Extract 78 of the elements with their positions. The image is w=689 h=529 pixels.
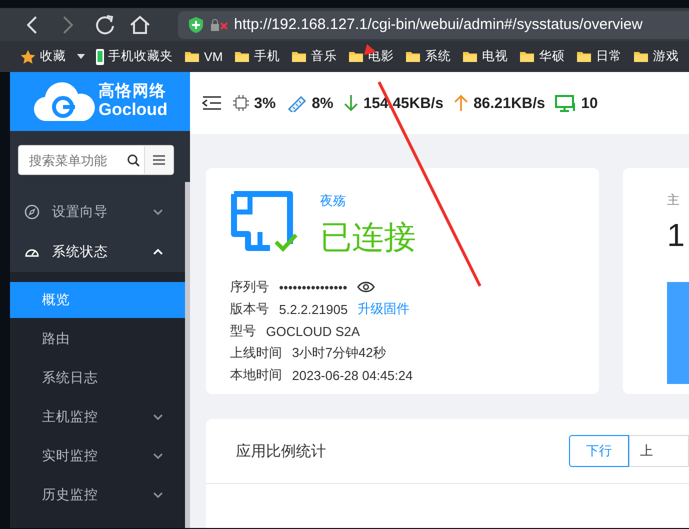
menu-toggle-button[interactable] (144, 146, 173, 174)
compass-icon (24, 204, 40, 220)
info-value: GOCLOUD S2A (266, 324, 360, 339)
cloud-logo-icon (32, 80, 95, 123)
bookmark[interactable]: VM (184, 48, 223, 64)
monitor-icon (555, 94, 578, 112)
card-title: 应用比例统计 (236, 442, 327, 461)
caret-icon[interactable] (77, 54, 85, 60)
host-card-value: 1 (667, 217, 686, 254)
stat-value: 10 (581, 94, 598, 112)
menu-icon (152, 154, 166, 166)
search-input[interactable]: 搜索菜单功能 (19, 152, 127, 168)
bookmark[interactable]: 收藏 (20, 48, 66, 65)
submenu-item[interactable]: 主机监控 (10, 399, 185, 435)
connection-status: 已连接 (320, 218, 416, 257)
submenu-item[interactable]: 系统日志 (10, 360, 185, 396)
bookmark[interactable]: 音乐 (290, 48, 337, 65)
bookmark[interactable]: 华硕 (518, 48, 565, 65)
bookmark[interactable]: 日常 (576, 48, 622, 65)
search-bar[interactable]: 搜索菜单功能 (18, 145, 174, 175)
menu-item[interactable]: 设置向导 (10, 192, 185, 232)
memory-stick-icon (286, 94, 308, 112)
info-label: 版本号 (230, 300, 269, 318)
logo-brand: Gocloud (98, 101, 168, 119)
bookmark[interactable]: 电视 (462, 48, 508, 65)
chip-icon (232, 94, 250, 112)
device-name: 夜殇 (320, 192, 347, 210)
star-icon (20, 48, 36, 64)
bookmark[interactable]: 手机 (234, 48, 280, 65)
logo-name: 高恪网络 (98, 84, 168, 102)
arrow-down-icon (343, 94, 360, 112)
submenu-item[interactable]: 历史监控 (10, 477, 185, 513)
bookmark[interactable]: 系统 (404, 48, 451, 65)
chevron-down-icon (153, 492, 163, 498)
home-icon (130, 15, 150, 34)
info-value: 2023-06-28 04:45:24 (292, 368, 413, 383)
search-icon (127, 154, 140, 167)
menu-label: 设置向导 (52, 203, 109, 221)
info-value: 3小时7分钟42秒 (292, 344, 386, 362)
submenu-item[interactable]: 路由 (10, 321, 185, 357)
eye-icon[interactable] (357, 281, 376, 294)
stat-value: 8% (312, 94, 334, 112)
chevron-up-icon (153, 248, 163, 256)
chevron-down-icon (153, 414, 163, 420)
bookmark[interactable]: 手机收藏夹 (96, 48, 173, 65)
info-label: 型号 (230, 322, 256, 340)
phone-icon (96, 48, 104, 64)
info-value: ••••••••••••••• (279, 280, 348, 295)
submenu-label: 主机监控 (42, 408, 99, 426)
chevron-down-icon (153, 208, 163, 216)
url-text: http://192.168.127.1/cgi-bin/webui/admin#/sysstatus/overview (234, 16, 643, 33)
chevron-down-icon (153, 452, 163, 460)
submenu-label: 系统日志 (42, 369, 99, 387)
forward-icon (63, 16, 73, 34)
info-label: 序列号 (230, 278, 269, 296)
host-card-label: 主 (667, 192, 681, 209)
menu-label: 系统状态 (52, 243, 109, 261)
submenu-item[interactable]: 实时监控 (10, 438, 185, 474)
menu-search-field[interactable]: 搜索菜单功能 (19, 146, 144, 174)
address-bar[interactable]: http://192.168.127.1/cgi-bin/webui/admin#/sysstatus/overview (178, 10, 689, 38)
info-label: 本地时间 (230, 366, 282, 384)
submenu-label: 历史监控 (42, 486, 99, 504)
arrow-up-icon (453, 94, 470, 112)
reload-icon (94, 14, 114, 34)
shield-icon (188, 16, 204, 34)
bookmark[interactable]: 游戏 (632, 48, 679, 65)
info-value: 5.2.2.21905 (279, 302, 348, 317)
menu-item[interactable]: 系统状态 (10, 232, 185, 272)
info-label: 上线时间 (230, 344, 282, 362)
submenu-label: 概览 (42, 291, 71, 309)
direction-toggle-button[interactable]: 上 (629, 435, 689, 468)
stat-value: 3% (254, 94, 276, 112)
submenu-label: 实时监控 (42, 447, 99, 465)
submenu-label: 路由 (42, 330, 71, 348)
stat-value: 86.21KB/s (473, 94, 546, 112)
insecure-lock-icon (210, 18, 228, 32)
back-icon (27, 16, 37, 34)
collapse-menu-icon[interactable] (202, 95, 222, 111)
